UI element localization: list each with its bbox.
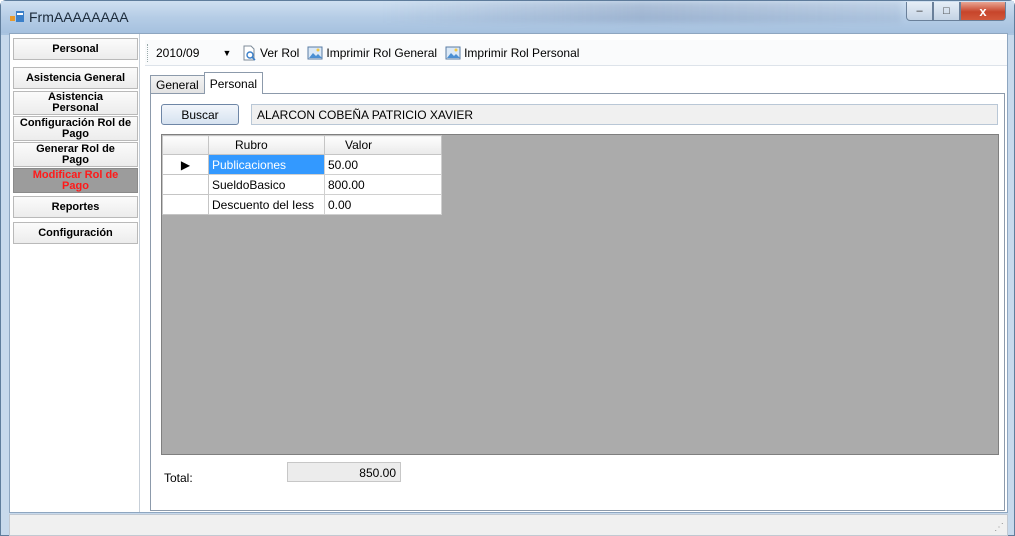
sidebar-item-asistencia-general[interactable]: Asistencia General (13, 67, 138, 89)
sidebar-item-label: Asistencia Personal (47, 91, 104, 114)
sidebar-item-personal[interactable]: Personal (13, 38, 138, 60)
sidebar-item-generar-rol[interactable]: Generar Rol de Pago (13, 142, 138, 167)
document-search-icon (243, 45, 256, 61)
status-bar: ⋰ (9, 514, 1008, 536)
imprimir-rol-general-button[interactable]: Imprimir Rol General (307, 45, 437, 61)
grid-header-row: Rubro Valor (162, 135, 442, 155)
sidebar-item-configuracion[interactable]: Configuración (13, 222, 138, 244)
window-title: FrmAAAAAAAA (29, 9, 129, 25)
tab-strip: General Personal (150, 72, 264, 94)
client-area: Personal Asistencia General Asistencia P… (9, 33, 1008, 513)
row-header[interactable] (162, 194, 209, 215)
tab-page-personal: Buscar ALARCON COBEÑA PATRICIO XAVIER Ru… (150, 93, 1005, 511)
tab-label: Personal (209, 76, 258, 91)
cell-valor[interactable]: 800.00 (324, 174, 442, 195)
imprimir-rol-personal-button[interactable]: Imprimir Rol Personal (445, 45, 579, 61)
sidebar-item-label: Configuración Rol de Pago (19, 116, 132, 140)
toolbar-grip[interactable] (147, 43, 150, 62)
resize-grip-icon[interactable]: ⋰ (994, 522, 1004, 533)
close-button[interactable]: x (960, 2, 1006, 21)
buscar-label: Buscar (181, 107, 219, 122)
sidebar-item-label: Reportes (51, 200, 100, 213)
title-bar[interactable]: FrmAAAAAAAA – □ x (1, 1, 1014, 33)
grid-table: Rubro Valor ▶ Publicaciones 50.00 Sueldo… (162, 135, 442, 215)
toolbar: 2010/09 ▼ Ver Rol Imprimir Rol General I… (145, 40, 1007, 66)
column-header-valor[interactable]: Valor (324, 135, 442, 155)
total-field: 850.00 (287, 462, 401, 482)
employee-name-field[interactable]: ALARCON COBEÑA PATRICIO XAVIER (251, 104, 998, 125)
period-combobox[interactable]: 2010/09 ▼ (153, 43, 238, 63)
table-row[interactable]: Descuento del Iess 0.00 (162, 194, 442, 215)
cell-valor[interactable]: 0.00 (324, 194, 442, 215)
table-row[interactable]: SueldoBasico 800.00 (162, 174, 442, 195)
column-header-rubro[interactable]: Rubro (208, 135, 325, 155)
cell-rubro[interactable]: SueldoBasico (208, 174, 325, 195)
sidebar-item-reportes[interactable]: Reportes (13, 196, 138, 218)
sidebar-item-modificar-rol[interactable]: Modificar Rol de Pago (13, 168, 138, 193)
image-print-icon (445, 46, 461, 59)
minimize-button[interactable]: – (906, 2, 933, 21)
period-value: 2010/09 (156, 45, 200, 60)
cell-rubro[interactable]: Publicaciones (208, 154, 325, 175)
row-header[interactable] (162, 174, 209, 195)
sidebar-item-label: Generar Rol de Pago (36, 142, 115, 166)
sidebar: Personal Asistencia General Asistencia P… (10, 34, 140, 512)
chevron-down-icon[interactable]: ▼ (220, 48, 234, 58)
ver-rol-label: Ver Rol (260, 45, 300, 60)
sidebar-item-configuracion-rol[interactable]: Configuración Rol de Pago (13, 116, 138, 141)
total-label: Total: (164, 471, 193, 485)
window-controls: – □ x (906, 2, 1006, 22)
row-selector-icon[interactable]: ▶ (162, 154, 209, 175)
cell-rubro[interactable]: Descuento del Iess (208, 194, 325, 215)
sidebar-item-label: Personal (52, 42, 99, 55)
table-row[interactable]: ▶ Publicaciones 50.00 (162, 154, 442, 175)
image-print-icon (307, 46, 323, 59)
imprimir-personal-label: Imprimir Rol Personal (464, 45, 580, 60)
sidebar-item-label: Configuración (38, 226, 113, 239)
buscar-button[interactable]: Buscar (161, 104, 239, 125)
grid-corner-cell[interactable] (162, 135, 209, 155)
imprimir-general-label: Imprimir Rol General (326, 45, 438, 60)
app-window: FrmAAAAAAAA – □ x Personal Asistencia Ge… (0, 0, 1015, 536)
sidebar-item-asistencia-personal[interactable]: Asistencia Personal (13, 91, 138, 115)
ver-rol-button[interactable]: Ver Rol (241, 45, 299, 61)
app-icon (10, 11, 24, 22)
blurred-background-text (381, 1, 901, 23)
maximize-button[interactable]: □ (933, 2, 960, 21)
tab-personal[interactable]: Personal (203, 72, 264, 94)
tab-label: General (156, 78, 199, 92)
cell-valor[interactable]: 50.00 (324, 154, 442, 175)
sidebar-item-label: Asistencia General (25, 71, 126, 84)
data-grid[interactable]: Rubro Valor ▶ Publicaciones 50.00 Sueldo… (161, 134, 999, 455)
tab-general[interactable]: General (150, 75, 205, 94)
sidebar-item-label: Modificar Rol de Pago (32, 168, 119, 192)
